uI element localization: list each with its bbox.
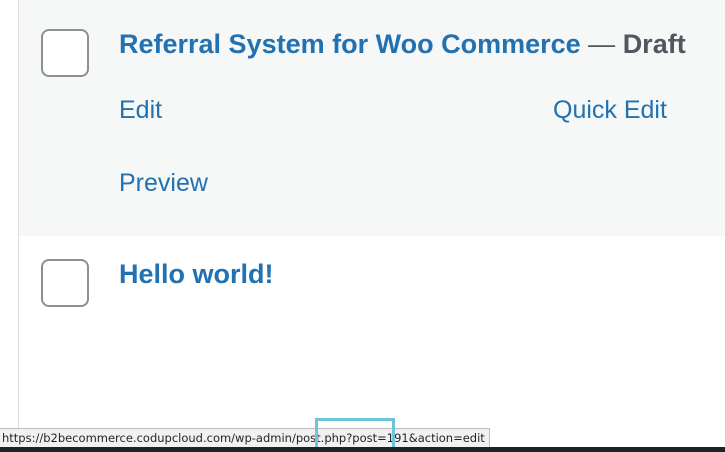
select-post-checkbox[interactable] xyxy=(41,259,89,307)
title-state-separator: — xyxy=(588,29,616,59)
edit-link[interactable]: Edit xyxy=(119,95,162,125)
post-title-row: Referral System for Woo Commerce — Draft xyxy=(119,28,686,60)
preview-link[interactable]: Preview xyxy=(119,168,208,198)
taskbar-edge xyxy=(0,447,725,452)
url-highlight-callout xyxy=(315,418,395,450)
table-row-hello-world: Hello world! xyxy=(19,236,725,426)
post-state-draft: Draft xyxy=(622,29,686,59)
browser-status-bar-url: https://b2becommerce.codupcloud.com/wp-a… xyxy=(0,428,490,449)
post-title-link[interactable]: Referral System for Woo Commerce xyxy=(119,29,581,59)
post-title-link[interactable]: Hello world! xyxy=(119,258,274,290)
quick-edit-link[interactable]: Quick Edit xyxy=(553,95,667,125)
table-row-referral-system: Referral System for Woo Commerce — Draft… xyxy=(19,0,725,236)
posts-list-page: Referral System for Woo Commerce — Draft… xyxy=(0,0,725,452)
select-post-checkbox[interactable] xyxy=(41,29,89,77)
